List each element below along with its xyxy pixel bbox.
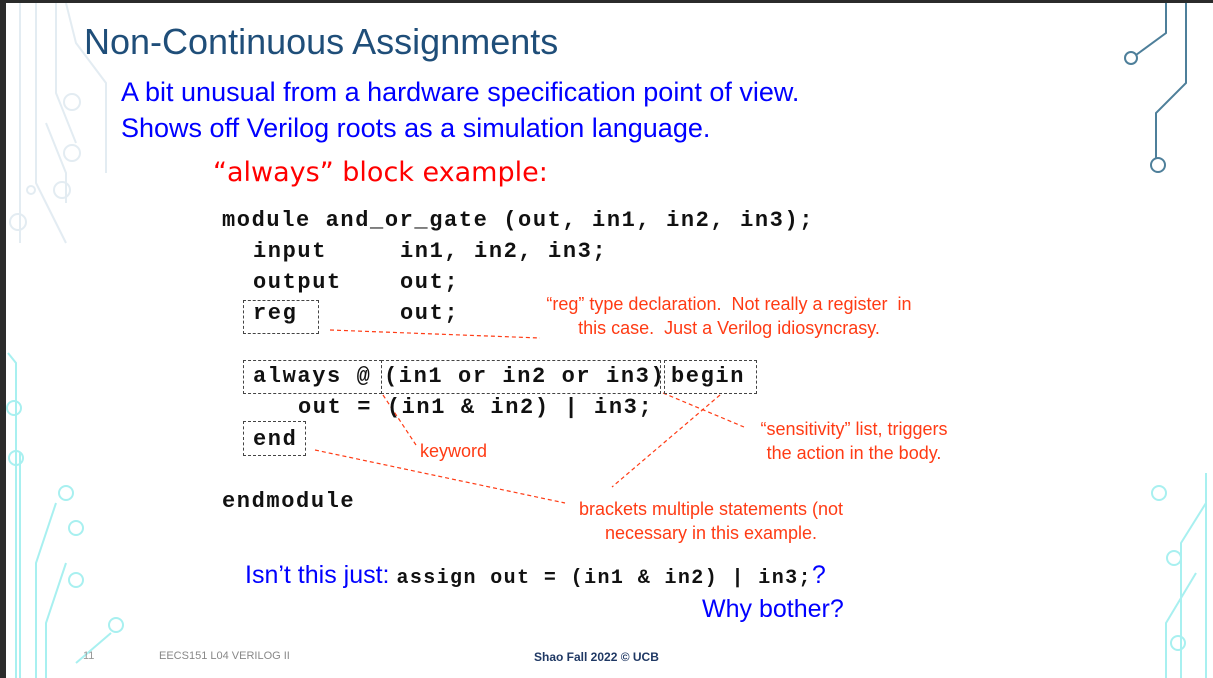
reg-highlight-box [243,300,319,334]
slide-title: Non-Continuous Assignments [84,21,559,62]
code-output-args: out; [400,270,460,295]
annotation-keyword: keyword [420,441,488,461]
annotation-brackets: brackets multiple statements (not necess… [578,499,844,543]
footer-credit: Shao Fall 2022 © UCB [534,650,659,664]
question-line: Isn’t this just: assign out = (in1 & in2… [245,561,826,590]
code-body: out = (in1 & in2) | in3; [298,395,654,420]
annotation-reg: “reg” type declaration. Not really a reg… [546,294,912,338]
end-highlight-box [243,421,306,456]
subtitle-line-2: Shows off Verilog roots as a simulation … [121,113,711,143]
code-input-kw: input [253,239,328,264]
footer-course: EECS151 L04 VERILOG II [159,650,290,662]
question-code: assign out = (in1 & in2) | in3; [396,567,812,590]
slide: Non-Continuous Assignments A bit unusual… [6,3,1213,678]
code-output-kw: output [253,270,342,295]
always-highlight-box [243,360,382,394]
question-suffix: ? [811,561,826,589]
sensitivity-highlight-box [381,360,661,394]
code-module-line: module and_or_gate (out, in1, in2, in3); [222,208,815,233]
page-number: 11 [83,650,95,662]
code-endmodule: endmodule [222,489,356,514]
question-prefix: Isn’t this just: [245,561,397,589]
example-heading: “always” block example: [213,157,548,188]
subtitle-line-1: A bit unusual from a hardware specificat… [121,77,800,107]
code-reg-args: out; [400,301,460,326]
why-bother: Why bother? [702,595,844,623]
code-input-args: in1, in2, in3; [400,239,608,264]
begin-highlight-box [664,360,757,394]
annotation-sensitivity: “sensitivity” list, triggers the action … [760,419,948,463]
